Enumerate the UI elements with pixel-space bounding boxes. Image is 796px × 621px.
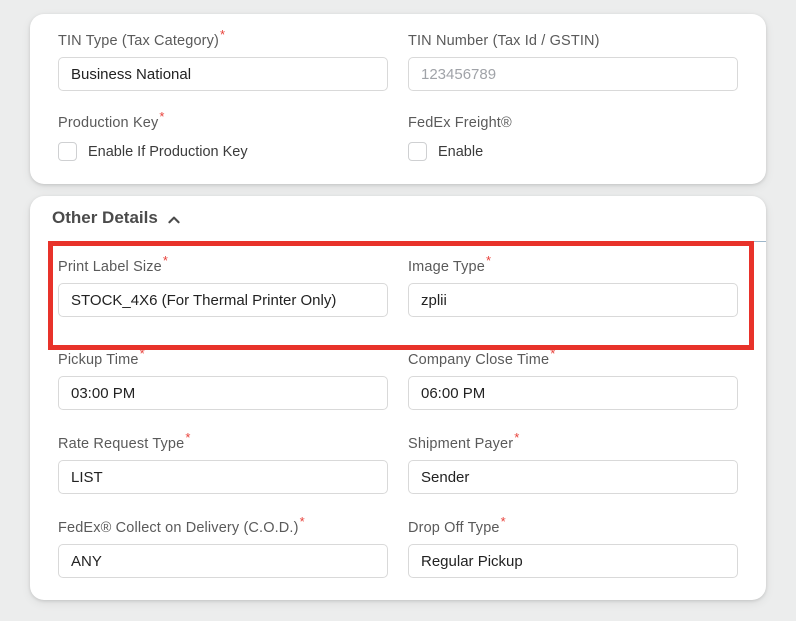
checkbox-label-production-key: Enable If Production Key — [88, 143, 248, 160]
other-details-panel: Print Label Size* STOCK_4X6 (For Thermal… — [30, 196, 766, 600]
required-asterisk: * — [299, 514, 305, 530]
field-company-close-time: Company Close Time* 06:00 PM — [408, 347, 738, 410]
label-text: Pickup Time — [58, 352, 139, 368]
field-pickup-time: Pickup Time* 03:00 PM — [58, 347, 388, 410]
required-asterisk: * — [220, 27, 226, 43]
tax-settings-panel: TIN Type (Tax Category)* Business Nation… — [30, 14, 766, 184]
field-print-label-size: Print Label Size* STOCK_4X6 (For Thermal… — [58, 254, 388, 317]
input-cod[interactable]: ANY — [58, 544, 388, 578]
label-text: Print Label Size — [58, 259, 162, 275]
field-label-tin-number: TIN Number (Tax Id / GSTIN) — [408, 33, 600, 49]
required-asterisk: * — [139, 346, 145, 362]
input-print-label-size[interactable]: STOCK_4X6 (For Thermal Printer Only) — [58, 283, 388, 317]
input-image-type[interactable]: zplii — [408, 283, 738, 317]
field-label-tin-type: TIN Type (Tax Category)* — [58, 28, 388, 50]
label-text: Production Key — [58, 115, 159, 131]
label-text: Drop Off Type — [408, 520, 500, 536]
required-asterisk: * — [500, 514, 506, 530]
label-text: TIN Type (Tax Category) — [58, 33, 220, 49]
label-text: FedEx® Collect on Delivery (C.O.D.) — [58, 520, 299, 536]
section-divider — [50, 241, 766, 242]
label-text: Image Type — [408, 259, 485, 275]
field-label-print-label-size: Print Label Size* — [58, 254, 388, 276]
required-asterisk: * — [185, 430, 191, 446]
required-asterisk: * — [485, 253, 492, 269]
field-label-fedex-freight: FedEx Freight® — [408, 115, 512, 131]
input-drop-off-type[interactable]: Regular Pickup — [408, 544, 738, 578]
field-cod: FedEx® Collect on Delivery (C.O.D.)* ANY — [58, 515, 388, 578]
section-title: Other Details — [52, 208, 158, 227]
settings-page: TIN Type (Tax Category)* Business Nation… — [0, 0, 796, 621]
field-drop-off-type: Drop Off Type* Regular Pickup — [408, 515, 738, 578]
field-label-pickup-time: Pickup Time* — [58, 347, 388, 369]
input-tin-number[interactable]: 123456789 — [408, 57, 738, 91]
required-asterisk: * — [159, 109, 165, 125]
field-tin-type: TIN Type (Tax Category)* Business Nation… — [58, 28, 388, 91]
required-asterisk: * — [550, 346, 556, 362]
field-fedex-freight: FedEx Freight® Enable — [408, 114, 738, 161]
input-rate-request-type[interactable]: LIST — [58, 460, 388, 494]
field-label-image-type: Image Type* — [408, 254, 738, 276]
checkbox-row-fedex-freight[interactable]: Enable — [408, 142, 738, 161]
other-details-section-header[interactable]: Other Details — [52, 208, 180, 228]
input-shipment-payer[interactable]: Sender — [408, 460, 738, 494]
field-label-rate-request-type: Rate Request Type* — [58, 431, 388, 453]
field-rate-request-type: Rate Request Type* LIST — [58, 431, 388, 494]
label-text: Company Close Time — [408, 352, 550, 368]
checkbox-label-fedex-freight: Enable — [438, 143, 484, 160]
input-pickup-time[interactable]: 03:00 PM — [58, 376, 388, 410]
checkbox-row-production-key[interactable]: Enable If Production Key — [58, 142, 388, 161]
field-shipment-payer: Shipment Payer* Sender — [408, 431, 738, 494]
field-label-production-key: Production Key* — [58, 110, 388, 132]
input-tin-type[interactable]: Business National — [58, 57, 388, 91]
field-tin-number: TIN Number (Tax Id / GSTIN) 123456789 — [408, 32, 738, 91]
required-asterisk: * — [162, 253, 169, 269]
field-label-drop-off-type: Drop Off Type* — [408, 515, 738, 537]
field-label-cod: FedEx® Collect on Delivery (C.O.D.)* — [58, 515, 388, 537]
field-label-shipment-payer: Shipment Payer* — [408, 431, 738, 453]
chevron-up-icon[interactable] — [167, 213, 180, 225]
required-asterisk: * — [514, 430, 520, 446]
field-production-key: Production Key* Enable If Production Key — [58, 110, 388, 161]
checkbox-fedex-freight[interactable] — [408, 142, 427, 161]
input-company-close-time[interactable]: 06:00 PM — [408, 376, 738, 410]
label-text: Rate Request Type — [58, 436, 185, 452]
label-text: Shipment Payer — [408, 436, 514, 452]
checkbox-production-key[interactable] — [58, 142, 77, 161]
field-image-type: Image Type* zplii — [408, 254, 738, 317]
field-label-company-close-time: Company Close Time* — [408, 347, 738, 369]
